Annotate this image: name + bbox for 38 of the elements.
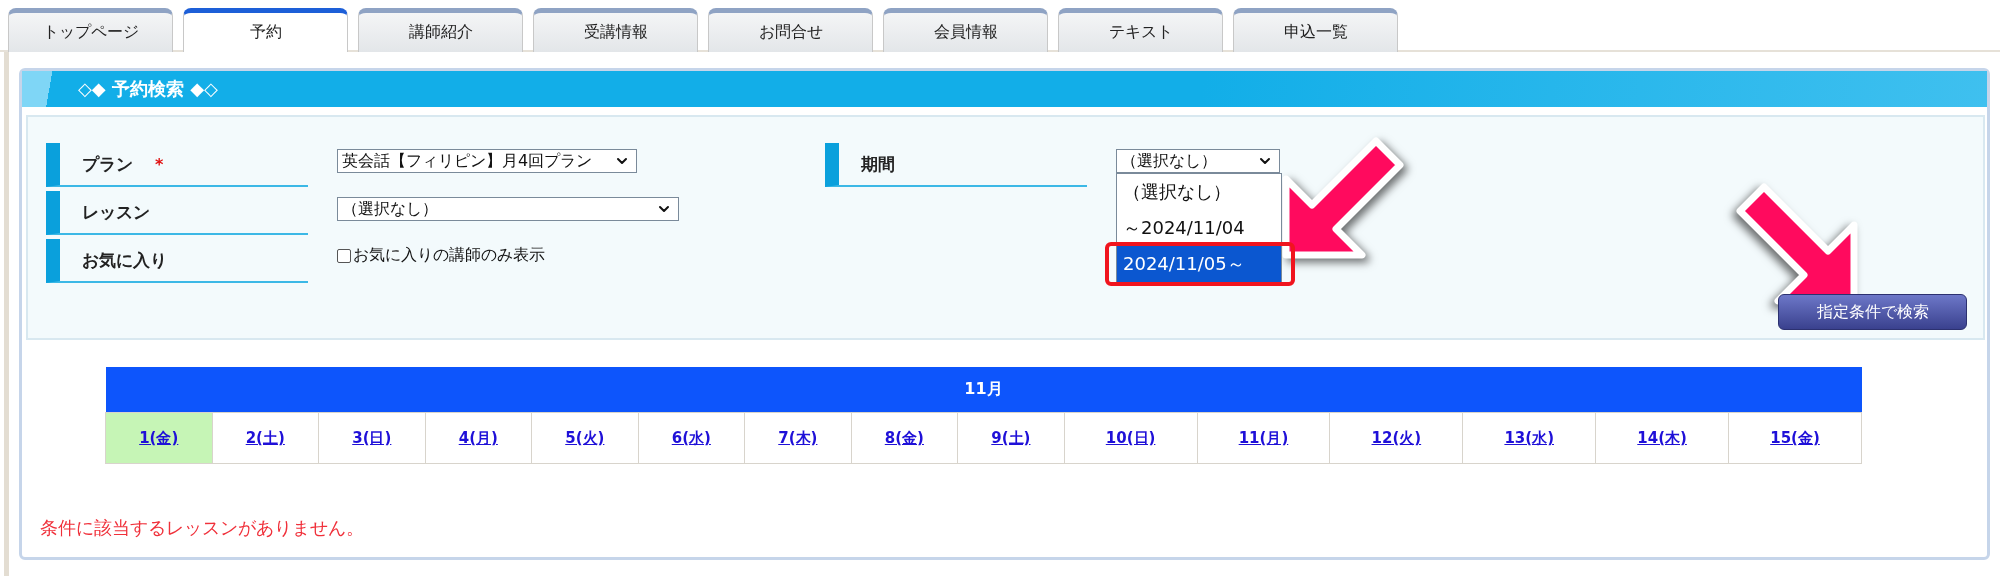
no-results-message: 条件に該当するレッスンがありません。 <box>39 516 365 540</box>
date-link[interactable]: 4(月) <box>458 429 498 447</box>
checkbox-label[interactable]: お気に入りの講師のみ表示 <box>353 245 545 266</box>
date-link[interactable]: 9(土) <box>991 429 1031 447</box>
date-link[interactable]: 6(水) <box>671 429 711 447</box>
field-label-text: プラン <box>82 152 133 176</box>
date-link[interactable]: 1(金) <box>139 429 179 447</box>
section-title: ◇◆ 予約検索 ◆◇ <box>78 77 218 101</box>
month-header: 11月 <box>105 367 1862 413</box>
nav-tab[interactable]: テキスト <box>1058 8 1223 52</box>
dropdown-select[interactable]: （選択なし） <box>1116 149 1280 173</box>
search-button[interactable]: 指定条件で検索 <box>1778 294 1967 330</box>
date-link[interactable]: 13(水) <box>1504 429 1554 447</box>
nav-tab[interactable]: 会員情報 <box>883 8 1048 52</box>
nav-tab[interactable]: 申込一覧 <box>1233 8 1398 52</box>
nav-tab[interactable]: トップページ <box>8 8 173 52</box>
date-link[interactable]: 15(金) <box>1770 429 1820 447</box>
date-link[interactable]: 12(火) <box>1371 429 1422 447</box>
date-link[interactable]: 3(日) <box>352 429 392 447</box>
dropdown-select[interactable]: （選択なし） <box>337 197 679 221</box>
date-link[interactable]: 2(土) <box>245 429 285 447</box>
nav-tab[interactable]: 受講情報 <box>533 8 698 52</box>
dropdown-select[interactable]: 英会話【フィリピン】月4回プラン <box>337 149 637 173</box>
checkbox[interactable] <box>337 248 351 263</box>
nav-tab[interactable]: お問合せ <box>708 8 873 52</box>
date-link[interactable]: 8(金) <box>884 429 924 447</box>
field-label-text: レッスン <box>82 200 150 224</box>
nav-tab[interactable]: 講師紹介 <box>358 8 523 52</box>
required-mark: * <box>155 154 164 174</box>
field-label-text: 期間 <box>861 152 895 176</box>
date-link[interactable]: 11(月) <box>1238 429 1289 447</box>
nav-tab[interactable]: 予約 <box>183 8 348 52</box>
dropdown-option[interactable]: 2024/11/05～ <box>1117 246 1281 282</box>
date-link[interactable]: 5(火) <box>565 429 605 447</box>
date-link[interactable]: 14(木) <box>1637 429 1687 447</box>
date-link[interactable]: 7(木) <box>778 429 818 447</box>
date-link[interactable]: 10(日) <box>1105 429 1156 447</box>
field-label-text: お気に入り <box>82 248 167 272</box>
